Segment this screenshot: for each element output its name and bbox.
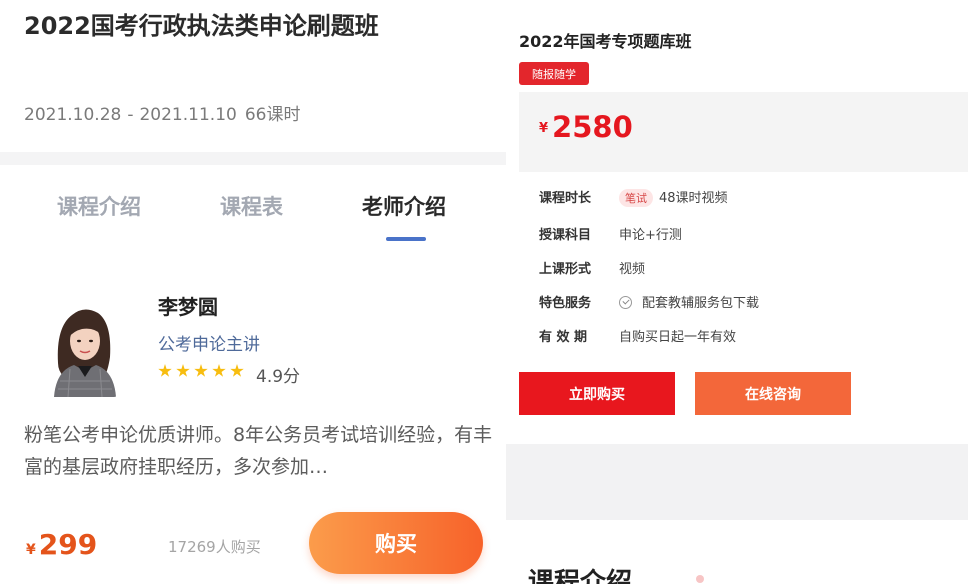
tab-teacher-intro[interactable]: 老师介绍	[362, 191, 446, 221]
course-price: ¥299	[26, 528, 97, 561]
info-row-duration: 课程时长 笔试 48课时视频	[539, 187, 728, 207]
course-meta: 2021.10.28-2021.11.10 66课时	[24, 100, 300, 125]
left-course-panel: 2022国考行政执法类申论刷题班 2021.10.28-2021.11.10 66…	[0, 0, 506, 584]
info-value: 48课时视频	[659, 191, 728, 206]
price-currency: ¥	[539, 121, 549, 136]
right-course-panel: 2022年国考专项题库班 随报随学 ¥2580 课程时长 笔试 48课时视频 授课科…	[506, 0, 968, 584]
section-title: 课程介绍	[528, 568, 633, 584]
check-circle-icon	[619, 296, 632, 309]
course-header: 2022国考行政执法类申论刷题班 2021.10.28-2021.11.10 66…	[0, 0, 506, 152]
buyer-count: 17269人购买	[168, 538, 261, 556]
rating-stars	[158, 363, 248, 382]
course-body: 课程介绍 课程表 老师介绍 李梦圆 公考申论主讲 4.9分 粉笔公考申论优质讲师…	[0, 165, 506, 584]
price-box: ¥2580	[519, 92, 968, 172]
teacher-name: 李梦圆	[158, 295, 218, 319]
info-value: 自购买日起一年有效	[619, 330, 737, 345]
tab-course-intro[interactable]: 课程介绍	[57, 191, 141, 221]
course-tabs: 课程介绍 课程表 老师介绍	[0, 165, 506, 245]
package-title: 2022年国考专项题库班	[519, 32, 692, 51]
star-icon	[158, 364, 172, 377]
decorative-dot	[696, 575, 704, 583]
star-icon	[176, 364, 190, 377]
course-end-date: 2021.11.10	[139, 105, 237, 125]
info-label: 有 效 期	[539, 330, 588, 345]
info-row-service: 特色服务 配套教辅服务包下载	[539, 292, 759, 311]
price-value: 299	[38, 528, 98, 561]
info-value: 视频	[619, 262, 646, 277]
course-lesson-count: 66课时	[244, 105, 301, 125]
exam-tag: 笔试	[619, 189, 653, 207]
star-icon	[230, 364, 244, 377]
info-value: 配套教辅服务包下载	[642, 296, 760, 311]
star-icon	[212, 364, 226, 377]
course-start-date: 2021.10.28	[24, 105, 122, 125]
teacher-avatar	[50, 297, 118, 397]
course-intro-section: 课程介绍	[506, 520, 968, 584]
price-value: 2580	[552, 110, 633, 144]
info-row-validity: 有 效 期 自购买日起一年有效	[539, 326, 736, 345]
teacher-description: 粉笔公考申论优质讲师。8年公务员考试培训经验，有丰富的基层政府挂职经历，多次参加…	[24, 424, 493, 478]
teacher-rating: 4.9分	[256, 367, 301, 387]
active-tab-indicator	[386, 237, 426, 241]
tab-schedule[interactable]: 课程表	[220, 191, 283, 221]
info-label: 课程时长	[539, 191, 592, 206]
date-separator: -	[127, 105, 134, 125]
package-card: 2022年国考专项题库班 随报随学 ¥2580 课程时长 笔试 48课时视频 授课科…	[506, 0, 968, 444]
teacher-role: 公考申论主讲	[158, 335, 260, 355]
course-title: 2022国考行政执法类申论刷题班	[24, 12, 379, 40]
info-row-subject: 授课科目 申论+行测	[539, 224, 682, 243]
buy-now-button[interactable]: 立即购买	[519, 372, 675, 415]
teacher-portrait-icon	[50, 297, 118, 397]
info-label: 上课形式	[539, 262, 592, 277]
info-label: 特色服务	[539, 296, 592, 311]
info-value: 申论+行测	[619, 228, 682, 243]
star-icon	[194, 364, 208, 377]
online-consult-button[interactable]: 在线咨询	[695, 372, 851, 415]
status-badge: 随报随学	[519, 62, 589, 85]
buy-button[interactable]: 购买	[309, 512, 483, 574]
info-label: 授课科目	[539, 228, 592, 243]
price-currency: ¥	[26, 542, 36, 558]
package-price: ¥2580	[539, 110, 633, 144]
info-row-format: 上课形式 视频	[539, 258, 645, 277]
